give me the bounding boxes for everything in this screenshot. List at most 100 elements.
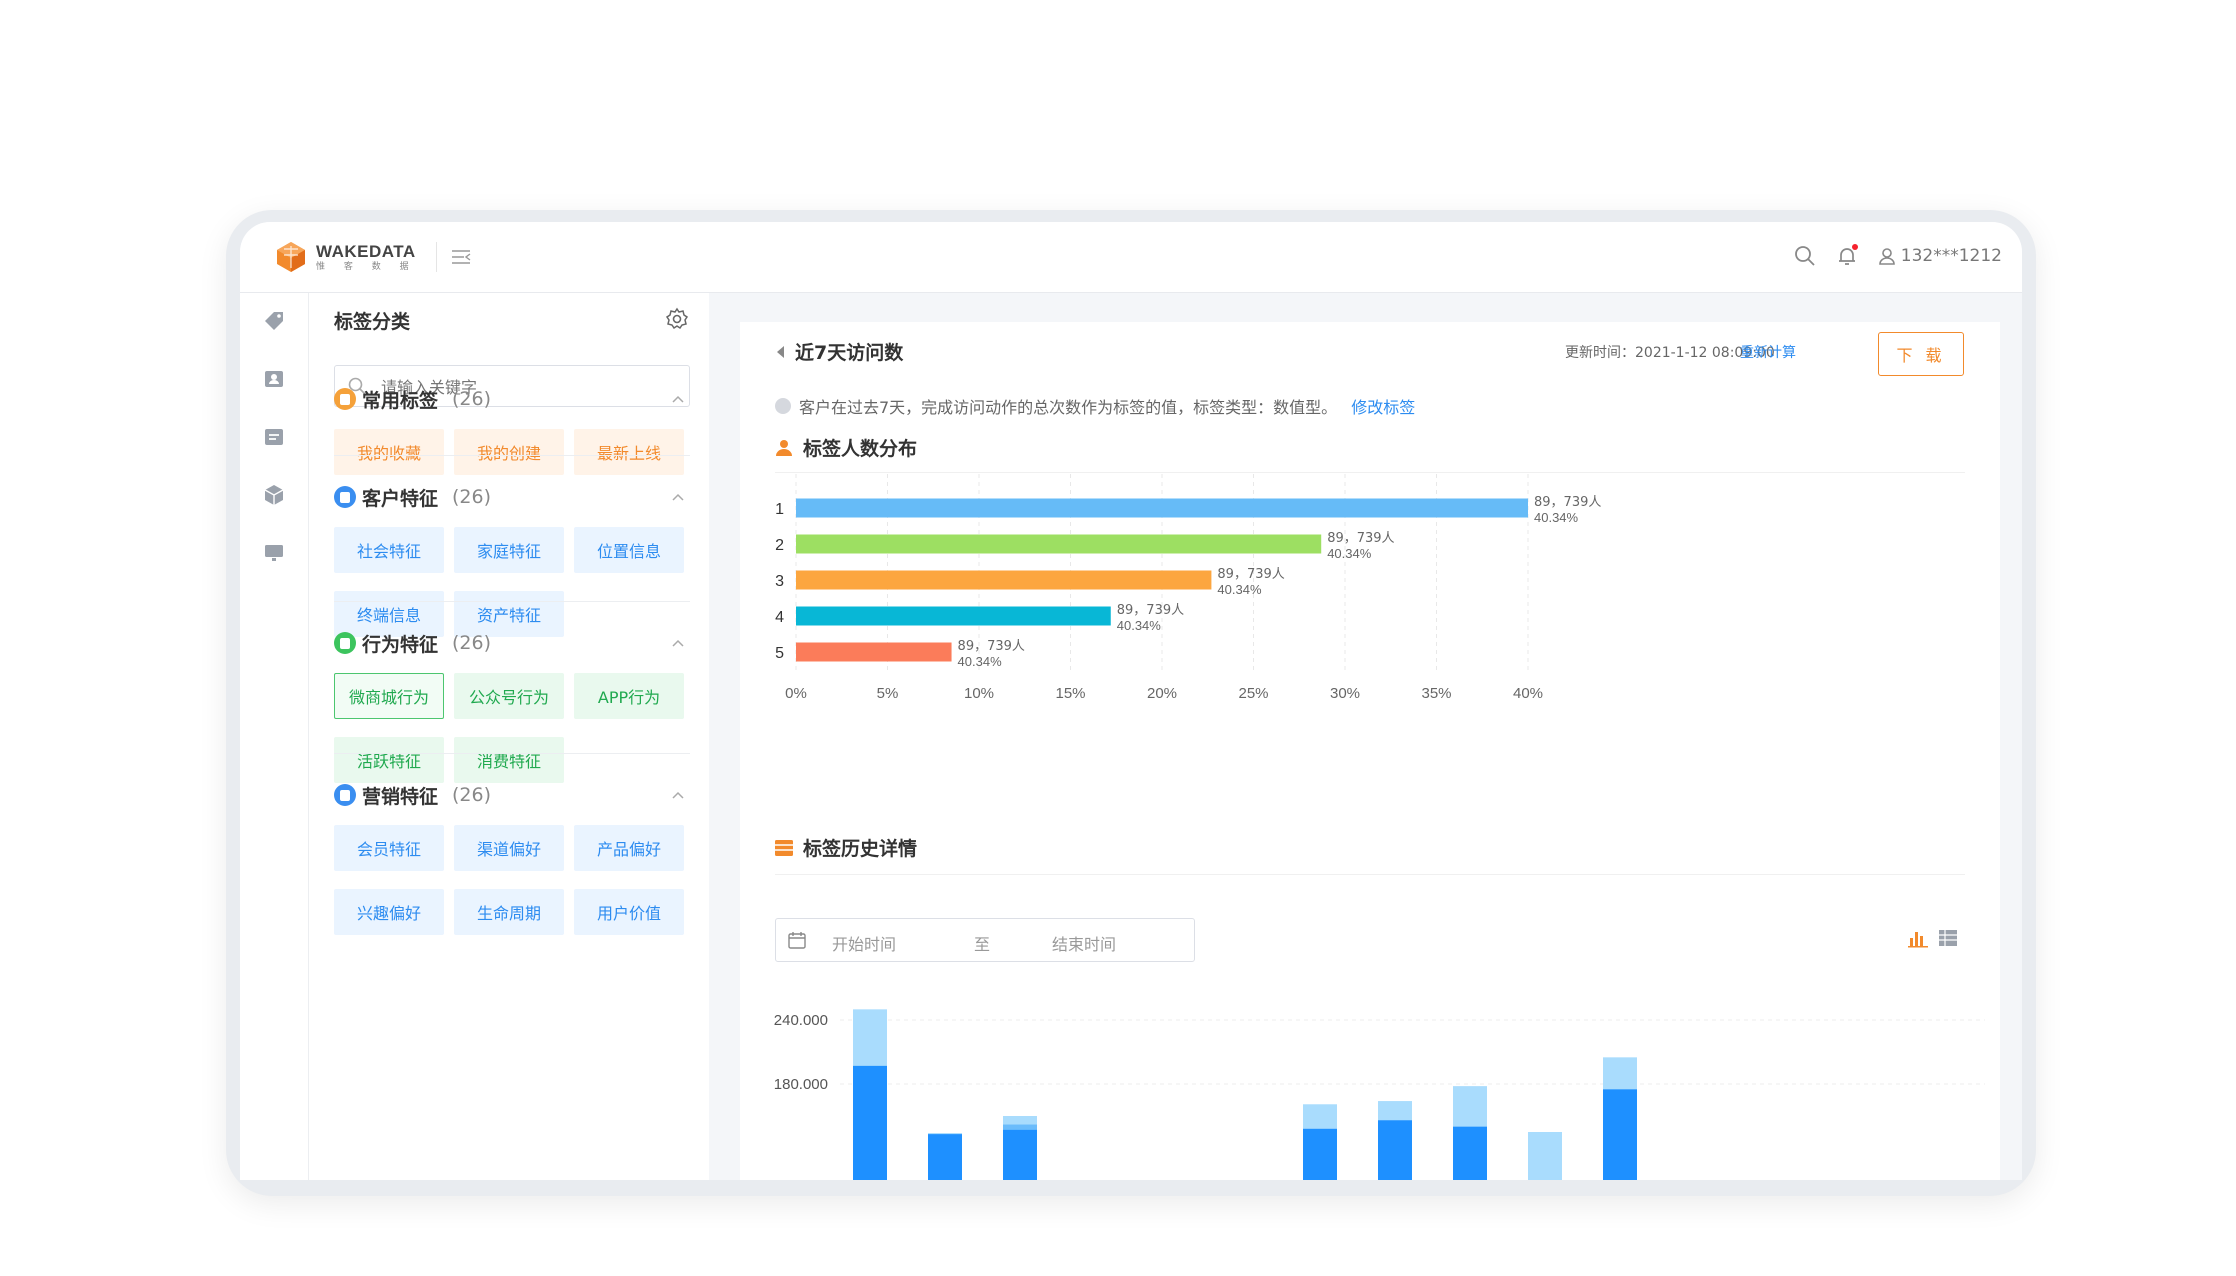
group-name: 客户特征 xyxy=(362,487,439,510)
tag-chip[interactable]: 渠道偏好 xyxy=(454,825,564,871)
stacked-bar-segment xyxy=(1378,1120,1412,1180)
notification-button[interactable] xyxy=(1835,244,1859,268)
bar-count-label: 89，739人 xyxy=(1117,603,1184,618)
tag-list: 社会特征 家庭特征 位置信息 终端信息 资产特征 xyxy=(334,527,690,637)
divider xyxy=(334,753,690,754)
stacked-bar-segment xyxy=(1603,1089,1637,1180)
stacked-bar-segment xyxy=(853,1065,887,1180)
bar-count-label: 89，739人 xyxy=(958,639,1025,654)
tag-chip[interactable]: 会员特征 xyxy=(334,825,444,871)
tag-chip[interactable]: 社会特征 xyxy=(334,527,444,573)
info-icon xyxy=(775,398,791,414)
description-text: 客户在过去7天，完成访问动作的总次数作为标签的值，标签类型：数值型。 xyxy=(799,398,1338,417)
tag-chip[interactable]: 家庭特征 xyxy=(454,527,564,573)
chevron-up-icon[interactable] xyxy=(670,787,686,803)
bar-chart-view-icon[interactable] xyxy=(1908,928,1928,948)
chevron-up-icon[interactable] xyxy=(670,391,686,407)
page-title: 近7天访问数 xyxy=(795,342,904,364)
tag-group: 行为特征 (26) 微商城行为 公众号行为 APP行为活跃特征 消费特征 xyxy=(334,627,690,783)
chevron-up-icon[interactable] xyxy=(670,635,686,651)
bar-count-label: 89，739人 xyxy=(1327,531,1394,546)
y-category-label: 3 xyxy=(775,573,784,590)
edit-tag-link[interactable]: 修改标签 xyxy=(1351,394,1415,418)
group-badge-icon xyxy=(334,388,356,410)
table-view-icon[interactable] xyxy=(1938,928,1958,948)
tag-list: 我的收藏 我的创建 最新上线 xyxy=(334,429,690,475)
group-header[interactable]: 客户特征 (26) xyxy=(334,481,690,513)
tag-chip[interactable]: 位置信息 xyxy=(574,527,684,573)
tag-chip[interactable]: 我的创建 xyxy=(454,429,564,475)
bar-count-label: 89，739人 xyxy=(1534,495,1601,510)
group-count: (26) xyxy=(452,632,492,654)
x-tick-label: 20% xyxy=(1147,685,1177,702)
x-tick-label: 35% xyxy=(1421,685,1451,702)
date-range-picker[interactable]: 开始时间 至 结束时间 xyxy=(775,918,1195,962)
monitor-icon[interactable] xyxy=(262,541,286,565)
y-tick-label: 240.000 xyxy=(774,1012,828,1029)
tag-icon[interactable] xyxy=(262,309,286,333)
start-date-input[interactable]: 开始时间 xyxy=(832,931,896,955)
chevron-up-icon[interactable] xyxy=(670,489,686,505)
user-card-icon[interactable] xyxy=(262,367,286,391)
menu-collapse-icon[interactable] xyxy=(450,246,472,268)
x-tick-label: 5% xyxy=(877,685,899,702)
bar xyxy=(796,498,1528,518)
tag-group: 营销特征 (26) 会员特征 渠道偏好 产品偏好兴趣偏好 生命周期 用户价值 xyxy=(334,779,690,935)
group-count: (26) xyxy=(452,388,492,410)
bar xyxy=(796,570,1212,590)
tag-chip[interactable]: 消费特征 xyxy=(454,737,564,783)
tag-chip[interactable]: 活跃特征 xyxy=(334,737,444,783)
back-arrow-icon[interactable] xyxy=(775,346,787,358)
x-tick-label: 0% xyxy=(785,685,807,702)
tag-chip[interactable]: 公众号行为 xyxy=(454,673,564,719)
icon-sidebar xyxy=(240,293,309,1180)
group-badge-icon xyxy=(334,632,356,654)
logo[interactable]: WAKEDATA 惟 客 数 据 xyxy=(274,240,417,274)
distribution-bar-chart: 0% 5% 10% 15% 20% 25% 30% 35% 40%1 89，739人40.34%2… xyxy=(775,474,1601,702)
cube-icon[interactable] xyxy=(262,483,286,507)
section-title-distribution: 标签人数分布 xyxy=(775,434,917,461)
tag-chip[interactable]: 我的收藏 xyxy=(334,429,444,475)
x-tick-label: 30% xyxy=(1330,685,1360,702)
user-menu[interactable]: 132***1212 xyxy=(1877,246,2002,266)
tag-chip[interactable]: 生命周期 xyxy=(454,889,564,935)
tag-list: 会员特征 渠道偏好 产品偏好兴趣偏好 生命周期 用户价值 xyxy=(334,825,690,935)
bar xyxy=(796,642,952,662)
tag-chip[interactable]: 兴趣偏好 xyxy=(334,889,444,935)
group-name: 营销特征 xyxy=(362,785,439,808)
tag-chip[interactable]: 用户价值 xyxy=(574,889,684,935)
notification-dot xyxy=(1851,244,1858,250)
search-icon[interactable] xyxy=(1793,244,1817,268)
user-name: 132***1212 xyxy=(1900,246,2002,266)
divider xyxy=(775,874,1965,875)
stacked-bar-segment xyxy=(1528,1132,1562,1180)
group-header[interactable]: 行为特征 (26) xyxy=(334,627,690,659)
date-separator: 至 xyxy=(974,935,991,954)
list-card-icon[interactable] xyxy=(262,425,286,449)
tag-chip[interactable]: 产品偏好 xyxy=(574,825,684,871)
download-button[interactable]: 下 载 xyxy=(1878,332,1964,376)
recalculate-link[interactable]: 重新计算 xyxy=(1740,342,1796,362)
section-label: 标签人数分布 xyxy=(803,438,918,460)
tag-chip[interactable]: 微商城行为 xyxy=(334,673,444,719)
group-header[interactable]: 常用标签 (26) xyxy=(334,383,690,415)
bar-count-label: 89，739人 xyxy=(1217,567,1284,582)
x-tick-label: 10% xyxy=(964,685,994,702)
stacked-bar-segment xyxy=(1003,1129,1037,1180)
stacked-bar-segment xyxy=(1303,1128,1337,1180)
bar xyxy=(796,606,1111,626)
y-category-label: 4 xyxy=(775,609,784,626)
group-header[interactable]: 营销特征 (26) xyxy=(334,779,690,811)
group-name: 常用标签 xyxy=(362,389,439,412)
end-date-input[interactable]: 结束时间 xyxy=(1052,931,1116,955)
divider xyxy=(334,455,690,456)
tag-chip[interactable]: APP行为 xyxy=(574,673,684,719)
stacked-bar-segment xyxy=(1453,1126,1487,1180)
logo-cube-icon xyxy=(277,242,305,272)
bar-percent-label: 40.34% xyxy=(1117,618,1162,633)
tag-category-panel: 标签分类 常用标签(26)我的收藏我的创建最新上线客户特征(26)社会特征家庭特… xyxy=(309,293,709,1180)
y-category-label: 1 xyxy=(775,501,784,518)
gear-icon[interactable] xyxy=(665,307,689,331)
tag-group: 常用标签 (26) 我的收藏 我的创建 最新上线 xyxy=(334,383,690,475)
tag-chip[interactable]: 最新上线 xyxy=(574,429,684,475)
